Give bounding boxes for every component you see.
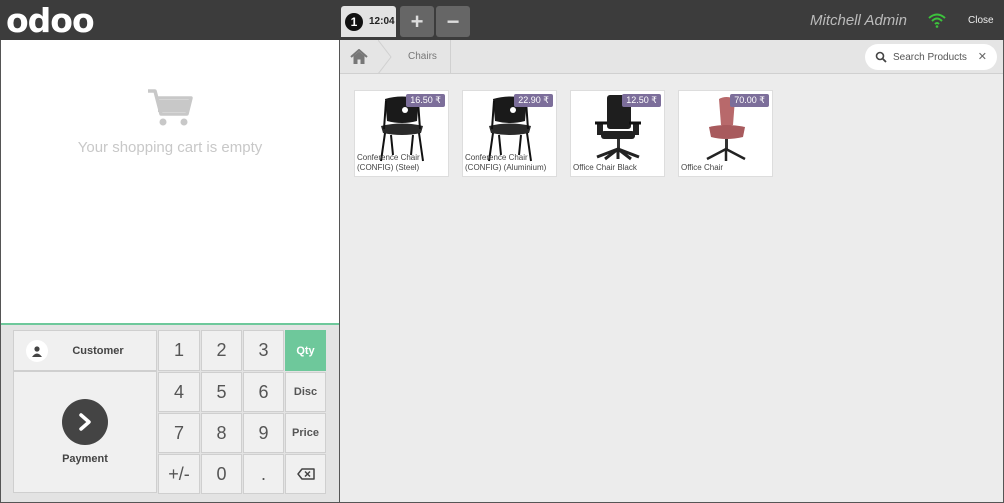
numpad-key-dot[interactable]: . xyxy=(243,454,284,494)
product-name: Conference Chair (CONFIG) (Steel) xyxy=(357,153,420,172)
customer-label: Customer xyxy=(72,344,124,357)
search-placeholder: Search Products xyxy=(893,51,967,63)
product-card[interactable]: 22.90 ₹ Conference Chair (CONFIG) (Alumi… xyxy=(462,90,557,177)
numpad-key-3[interactable]: 3 xyxy=(243,330,284,371)
numpad-key-4[interactable]: 4 xyxy=(158,372,200,412)
numpad-key-5[interactable]: 5 xyxy=(201,372,242,412)
home-icon xyxy=(350,49,368,64)
product-name: Office Chair Black xyxy=(573,163,637,172)
product-price: 12.50 ₹ xyxy=(622,94,661,107)
numpad-key-0[interactable]: 0 xyxy=(201,454,242,494)
product-price: 70.00 ₹ xyxy=(730,94,769,107)
numpad-key-1[interactable]: 1 xyxy=(158,330,200,371)
chevron-right-icon xyxy=(62,399,108,445)
product-price: 16.50 ₹ xyxy=(406,94,445,107)
numpad-key-6[interactable]: 6 xyxy=(243,372,284,412)
price-mode-button[interactable]: Price xyxy=(285,413,326,453)
remove-order-button[interactable]: − xyxy=(436,6,470,37)
numpad-key-8[interactable]: 8 xyxy=(201,413,242,453)
product-card[interactable]: 16.50 ₹ Conference Chair (CONFIG) (Steel… xyxy=(354,90,449,177)
close-button[interactable]: Close xyxy=(968,15,994,26)
product-price: 22.90 ₹ xyxy=(514,94,553,107)
breadcrumb-category[interactable]: Chairs xyxy=(408,51,437,62)
breadcrumb-end-divider xyxy=(450,40,451,74)
numpad-key-7[interactable]: 7 xyxy=(158,413,200,453)
product-name: Conference Chair (CONFIG) (Aluminium) xyxy=(465,153,547,172)
logo-text: odoo xyxy=(6,0,95,40)
payment-label: Payment xyxy=(62,453,108,465)
search-icon xyxy=(875,51,887,63)
payment-button[interactable]: Payment xyxy=(13,371,157,493)
user-icon xyxy=(26,340,48,362)
qty-mode-button[interactable]: Qty xyxy=(285,330,326,371)
add-order-button[interactable]: + xyxy=(400,6,434,37)
home-category-button[interactable] xyxy=(340,40,378,74)
disc-mode-button[interactable]: Disc xyxy=(285,372,326,412)
backspace-icon xyxy=(296,468,315,480)
clear-search-icon[interactable]: ✕ xyxy=(978,50,987,63)
breadcrumb: Chairs Search Products ✕ xyxy=(340,40,1003,74)
empty-cart-message: Your shopping cart is empty xyxy=(77,139,263,156)
shopping-cart-icon xyxy=(148,89,193,126)
numpad-key-sign[interactable]: +/- xyxy=(158,454,200,494)
product-name: Office Chair xyxy=(681,163,724,172)
odoo-logo: odoo xyxy=(6,0,95,40)
product-card[interactable]: 12.50 ₹ Office Chair Black xyxy=(570,90,665,177)
user-name[interactable]: Mitchell Admin xyxy=(810,12,907,29)
backspace-button[interactable] xyxy=(285,454,326,494)
top-bar: odoo 1 12:04 + − Mitchell Admin Close xyxy=(0,0,1004,40)
product-screen: Chairs Search Products ✕ 16.50 ₹ Confere… xyxy=(340,40,1004,503)
order-panel: Your shopping cart is empty Customer Pay… xyxy=(0,40,340,503)
order-number: 1 xyxy=(345,12,363,31)
product-card[interactable]: 70.00 ₹ Office Chair xyxy=(678,90,773,177)
minus-icon: − xyxy=(446,8,460,34)
customer-button[interactable]: Customer xyxy=(13,330,157,371)
order-tab[interactable]: 1 12:04 xyxy=(341,6,396,37)
numpad-key-9[interactable]: 9 xyxy=(243,413,284,453)
wifi-icon xyxy=(928,13,946,28)
breadcrumb-separator-icon xyxy=(378,40,392,74)
numpad-key-2[interactable]: 2 xyxy=(201,330,242,371)
plus-icon: + xyxy=(410,8,424,34)
control-pad: Customer Payment 1 2 3 4 5 6 7 8 9 +/- 0… xyxy=(1,325,339,502)
order-time: 12:04 xyxy=(369,16,395,27)
search-input[interactable]: Search Products ✕ xyxy=(865,44,997,70)
